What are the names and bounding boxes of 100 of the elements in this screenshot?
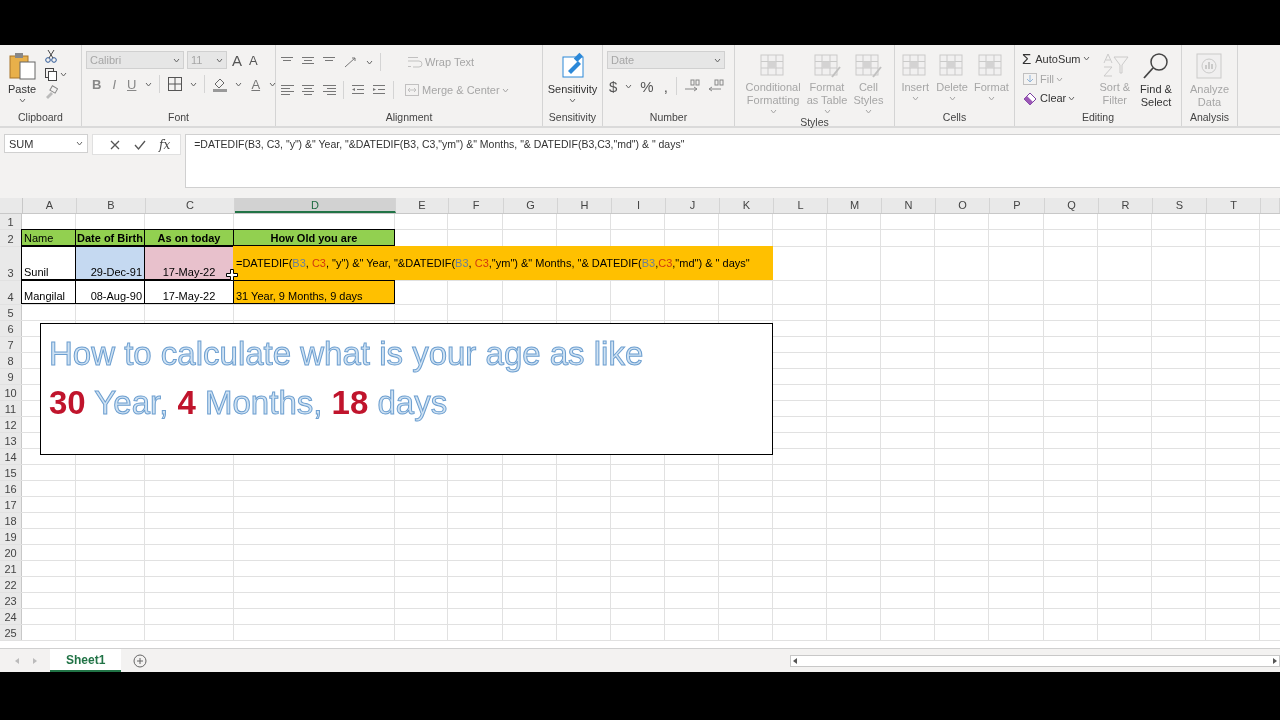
- caret-icon[interactable]: [190, 81, 198, 87]
- row-header[interactable]: 15: [0, 465, 22, 480]
- increase-font-button[interactable]: A: [230, 51, 244, 69]
- row-header[interactable]: 20: [0, 545, 22, 560]
- column-header[interactable]: T: [1207, 198, 1261, 213]
- caret-icon[interactable]: [366, 59, 373, 65]
- row-header[interactable]: 8: [0, 353, 22, 368]
- borders-icon[interactable]: [167, 76, 184, 92]
- sensitivity-button[interactable]: Sensitivity: [544, 49, 601, 105]
- align-icon[interactable]: [301, 83, 315, 97]
- table-cell: 29-Dec-91: [75, 246, 145, 280]
- row-header[interactable]: 12: [0, 417, 22, 432]
- column-header[interactable]: P: [990, 198, 1045, 213]
- decrease-font-button[interactable]: A: [247, 52, 260, 68]
- table-cell: As on today: [144, 229, 234, 246]
- column-header[interactable]: Q: [1045, 198, 1099, 213]
- row-header[interactable]: 14: [0, 449, 22, 464]
- caret-icon[interactable]: [235, 81, 243, 87]
- horizontal-scrollbar[interactable]: [790, 654, 1280, 667]
- clear-button[interactable]: Clear: [1019, 90, 1093, 106]
- name-box[interactable]: SUM: [4, 134, 88, 153]
- row-header[interactable]: 4: [0, 281, 22, 304]
- caret-icon[interactable]: [1082, 56, 1090, 61]
- column-header[interactable]: O: [936, 198, 990, 213]
- paste-button[interactable]: Paste: [4, 49, 40, 105]
- row-header[interactable]: 2: [0, 230, 22, 246]
- row-header[interactable]: 23: [0, 593, 22, 608]
- column-header[interactable]: I: [612, 198, 666, 213]
- insert-function-button[interactable]: fx: [159, 137, 171, 152]
- column-header[interactable]: S: [1153, 198, 1207, 213]
- align-icon[interactable]: [280, 83, 294, 97]
- caret-icon[interactable]: [76, 141, 83, 146]
- group-label: Styles: [799, 116, 830, 129]
- fill-color-icon[interactable]: [212, 76, 229, 92]
- row-header[interactable]: 5: [0, 305, 22, 320]
- orientation-icon[interactable]: [343, 55, 359, 69]
- row-header[interactable]: 22: [0, 577, 22, 592]
- row-header[interactable]: 25: [0, 625, 22, 640]
- column-header[interactable]: J: [666, 198, 720, 213]
- column-header[interactable]: L: [774, 198, 828, 213]
- column-header[interactable]: R: [1099, 198, 1153, 213]
- add-sheet-icon[interactable]: [133, 653, 148, 668]
- increase-indent-icon[interactable]: [372, 83, 386, 97]
- column-header[interactable]: F: [449, 198, 504, 213]
- scroll-left-icon[interactable]: [791, 656, 799, 665]
- sheet-tab[interactable]: Sheet1: [50, 649, 122, 672]
- column-header[interactable]: G: [504, 198, 558, 213]
- row-header[interactable]: 10: [0, 385, 22, 400]
- search-icon[interactable]: [1141, 51, 1171, 81]
- caret-icon[interactable]: [1068, 95, 1076, 101]
- row-header[interactable]: 24: [0, 609, 22, 624]
- row-header[interactable]: 7: [0, 337, 22, 352]
- group-label: Cells: [941, 111, 968, 125]
- check-icon[interactable]: [133, 138, 147, 151]
- copy-icon[interactable]: [44, 67, 58, 81]
- font-color-button[interactable]: A: [249, 76, 263, 92]
- decrease-decimal-icon[interactable]: [706, 78, 725, 94]
- caret-icon[interactable]: [60, 71, 67, 77]
- percent-button[interactable]: %: [638, 77, 656, 95]
- cancel-icon[interactable]: [109, 138, 121, 151]
- row-header[interactable]: 16: [0, 481, 22, 496]
- row-header[interactable]: 13: [0, 433, 22, 448]
- scroll-right-icon[interactable]: [1271, 656, 1279, 665]
- column-header[interactable]: D: [235, 198, 396, 213]
- row-header[interactable]: 21: [0, 561, 22, 576]
- eraser-icon[interactable]: [1022, 91, 1038, 105]
- row-header[interactable]: 6: [0, 321, 22, 336]
- row-header[interactable]: 17: [0, 497, 22, 512]
- scissors-icon[interactable]: [44, 49, 58, 63]
- find-select-button[interactable]: Find & Select: [1137, 49, 1175, 111]
- formula-input[interactable]: =DATEDIF(B3, C3, "y") &" Year, "&DATEDIF(B3, C3,"ym") &" Months, "& DATEDIF(B3,C3,"md") & " days": [185, 134, 1280, 188]
- comma-style-button[interactable]: ,: [661, 77, 670, 95]
- row-header[interactable]: 9: [0, 369, 22, 384]
- caret-icon[interactable]: [569, 98, 576, 103]
- column-header[interactable]: K: [720, 198, 774, 213]
- row-header[interactable]: 18: [0, 513, 22, 528]
- row-header[interactable]: 1: [0, 214, 22, 229]
- caret-icon[interactable]: [18, 98, 26, 103]
- caret-icon[interactable]: [145, 81, 153, 87]
- caret-icon[interactable]: [625, 83, 633, 89]
- autosum-button[interactable]: Σ AutoSum: [1019, 49, 1093, 68]
- caret-icon[interactable]: [269, 81, 277, 87]
- table-cell: 08-Aug-90: [75, 280, 145, 304]
- column-header[interactable]: A: [23, 198, 77, 213]
- column-header[interactable]: B: [77, 198, 146, 213]
- currency-button[interactable]: $: [607, 77, 620, 95]
- table-cell: How Old you are: [233, 229, 395, 246]
- column-header[interactable]: H: [558, 198, 612, 213]
- column-header[interactable]: E: [396, 198, 449, 213]
- row-header[interactable]: 3: [0, 247, 22, 280]
- group-label: Font: [167, 111, 190, 125]
- increase-decimal-icon[interactable]: [682, 78, 701, 94]
- column-header[interactable]: N: [882, 198, 936, 213]
- column-header[interactable]: M: [828, 198, 882, 213]
- row-header[interactable]: 11: [0, 401, 22, 416]
- clipboard-icon[interactable]: [7, 51, 37, 81]
- row-header[interactable]: 19: [0, 529, 22, 544]
- align-icon[interactable]: [322, 83, 336, 97]
- group-label: Clipboard: [17, 111, 64, 125]
- decrease-indent-icon[interactable]: [351, 83, 365, 97]
